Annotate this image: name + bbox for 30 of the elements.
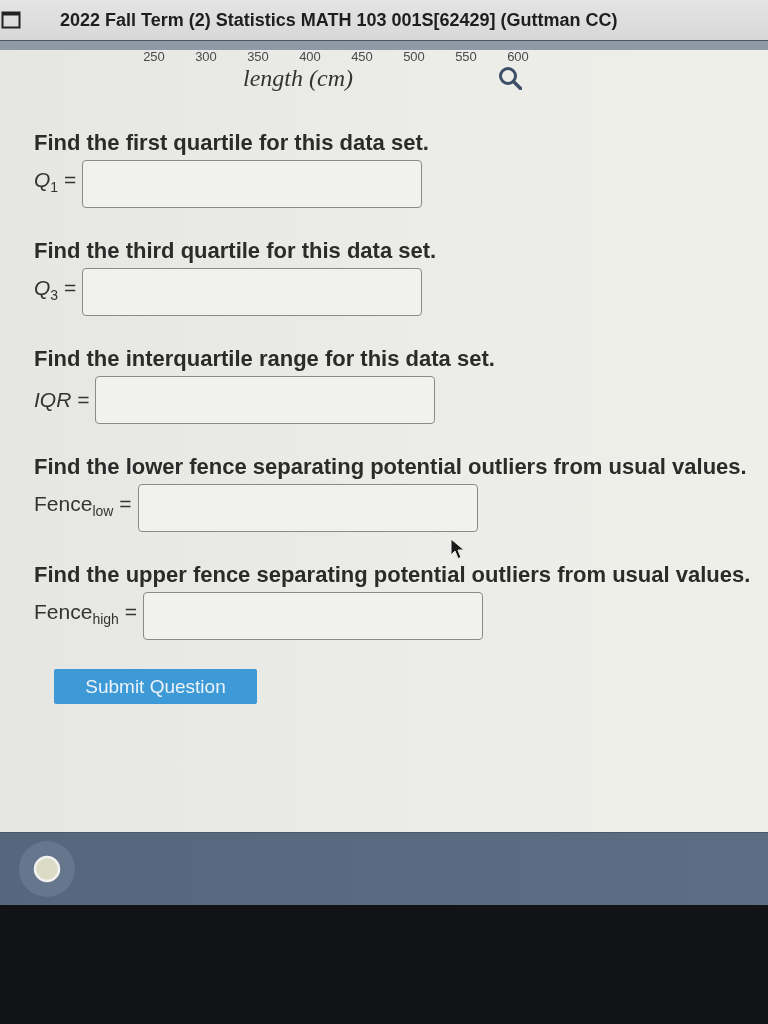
circle-icon[interactable] (19, 841, 75, 897)
question-text: Find the first quartile for this data set. (34, 129, 429, 157)
axis-tick-label: 350 (246, 50, 270, 64)
answer-label: Fence$_{low}$ = (34, 491, 132, 522)
answer-field[interactable] (95, 376, 436, 424)
search-icon[interactable] (498, 66, 522, 90)
axis-tick-label: 600 (506, 50, 530, 64)
answer-label: Q$_{1}$ = (34, 167, 77, 198)
axis-tick-label: 500 (402, 50, 426, 64)
axis-title: length (cm) (243, 64, 353, 92)
axis-tick-label: 400 (298, 50, 322, 64)
question-text: Find the lower fence separating potential outliers from usual values. (34, 453, 747, 481)
answer-field[interactable] (82, 160, 423, 208)
answer-field[interactable] (137, 484, 478, 532)
answer-label: Q$_{3}$ = (34, 275, 77, 306)
answer-field[interactable] (142, 592, 483, 640)
submit-button[interactable]: Submit Question (54, 669, 257, 704)
axis-tick-label: 300 (194, 50, 218, 64)
question-text: Find the interquartile range for this data set. (34, 345, 495, 373)
square-icon (1, 11, 21, 29)
axis-tick-label: 450 (350, 50, 374, 64)
question-text: Find the third quartile for this data set. (34, 237, 437, 265)
axis-tick-label: 250 (142, 50, 166, 64)
answer-label: Fence$_{high}$ = (34, 599, 137, 630)
answer-field[interactable] (82, 268, 423, 316)
axis-tick-label: 550 (454, 50, 478, 64)
question-text: Find the upper fence separating potential outliers from usual values. (34, 561, 751, 589)
answer-label: IQR = (34, 387, 90, 413)
window-title: 2022 Fall Term (2) Statistics MATH 103 001S[62429] (Guttman CC) (60, 9, 618, 31)
mouse-cursor-icon (450, 538, 466, 560)
